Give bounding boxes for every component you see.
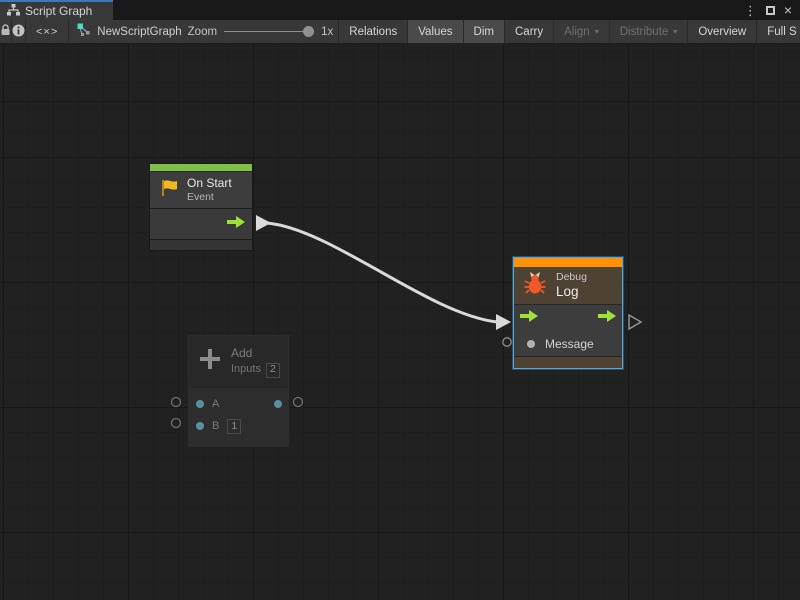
debug-log-footer [514, 356, 622, 368]
add-input-b-indicator[interactable] [172, 419, 181, 428]
zoom-slider[interactable] [224, 26, 314, 37]
info-button[interactable] [12, 20, 26, 43]
inputs-label: Inputs [231, 363, 261, 377]
node-category: Debug [556, 271, 587, 284]
tab-script-graph[interactable]: Script Graph [0, 0, 113, 20]
flow-input-port[interactable] [520, 309, 538, 327]
code-preview-button[interactable]: <×> [26, 20, 69, 43]
debug-color-strip [514, 258, 622, 267]
value-input-port-a[interactable] [196, 400, 204, 408]
overview-button[interactable]: Overview [688, 20, 757, 43]
lock-icon [0, 24, 11, 39]
debug-message-port-indicator[interactable] [503, 338, 511, 346]
graph-toolbar: <×> NewScriptGraph Zoom 1x [0, 20, 800, 44]
flow-output-port[interactable] [227, 215, 245, 233]
connection-wire[interactable] [267, 223, 497, 322]
distribute-label: Distribute [620, 26, 669, 38]
chevron-down-icon: ▾ [595, 27, 599, 36]
add-output-indicator[interactable] [294, 398, 303, 407]
plus-icon [197, 346, 223, 377]
chevron-down-icon: ▾ [673, 27, 677, 36]
script-graph-asset-icon [77, 23, 91, 40]
inputs-count-field[interactable]: 2 [266, 363, 280, 378]
on-start-ports [150, 208, 252, 239]
port-b-label: B [212, 420, 219, 432]
relations-button[interactable]: Relations [339, 20, 408, 43]
on-start-header[interactable]: On Start Event [150, 171, 252, 208]
align-dropdown[interactable]: Align ▾ [554, 20, 610, 43]
graph-name-label: NewScriptGraph [97, 26, 181, 38]
value-input-port-b[interactable] [196, 422, 204, 430]
debug-log-ports: Message [514, 304, 622, 356]
wire-end-arrow [496, 314, 511, 330]
wire-start-arrow [256, 215, 271, 231]
add-input-a-indicator[interactable] [172, 398, 181, 407]
zoom-control: Zoom 1x [188, 26, 334, 38]
node-on-start[interactable]: On Start Event [149, 163, 253, 251]
align-label: Align [564, 26, 590, 38]
flow-output-port[interactable] [598, 309, 616, 327]
add-ports: A B 1 [189, 387, 288, 446]
port-b-value-field[interactable]: 1 [227, 419, 241, 434]
debug-log-header[interactable]: Debug Log [514, 267, 622, 304]
zoom-value: 1x [321, 26, 333, 38]
code-icon: <×> [36, 26, 58, 38]
value-output-port[interactable] [274, 400, 282, 408]
on-start-footer [150, 239, 252, 250]
bug-icon [523, 271, 547, 300]
close-icon[interactable]: × [784, 3, 792, 17]
node-title: Log [556, 284, 587, 301]
info-icon [12, 24, 25, 40]
carry-button[interactable]: Carry [505, 20, 554, 43]
window-controls: ⋮ × [744, 0, 800, 20]
menu-dots-icon[interactable]: ⋮ [744, 4, 757, 17]
fullscreen-button[interactable]: Full S [757, 20, 800, 43]
node-add[interactable]: Add Inputs 2 A B 1 [188, 335, 289, 447]
script-graph-window: Script Graph ⋮ × [0, 0, 800, 600]
message-port-label: Message [545, 337, 594, 351]
event-color-strip [150, 164, 252, 171]
port-a-label: A [212, 398, 219, 410]
maximize-icon[interactable] [766, 6, 775, 15]
add-header[interactable]: Add Inputs 2 [189, 336, 288, 387]
zoom-label: Zoom [188, 26, 217, 38]
graph-canvas[interactable]: On Start Event [0, 44, 800, 600]
zoom-slider-track [224, 31, 314, 32]
zoom-slider-handle[interactable] [303, 26, 314, 37]
lock-button[interactable] [0, 20, 12, 43]
dim-button[interactable]: Dim [464, 20, 505, 43]
graph-info-section: NewScriptGraph Zoom 1x [69, 20, 339, 43]
node-debug-log[interactable]: Debug Log Message [513, 257, 623, 369]
debug-output-port-indicator[interactable] [629, 315, 641, 329]
node-subtitle: Event [187, 191, 232, 204]
node-title: Add [231, 346, 280, 361]
connections-overlay [0, 44, 800, 600]
tab-title: Script Graph [25, 4, 92, 18]
node-title: On Start [187, 176, 232, 191]
distribute-dropdown[interactable]: Distribute ▾ [610, 20, 689, 43]
flag-icon [159, 178, 179, 203]
values-button[interactable]: Values [408, 20, 463, 43]
graph-hierarchy-icon [7, 4, 20, 19]
tab-bar: Script Graph ⋮ × [0, 0, 800, 20]
message-value-port[interactable] [527, 340, 535, 348]
